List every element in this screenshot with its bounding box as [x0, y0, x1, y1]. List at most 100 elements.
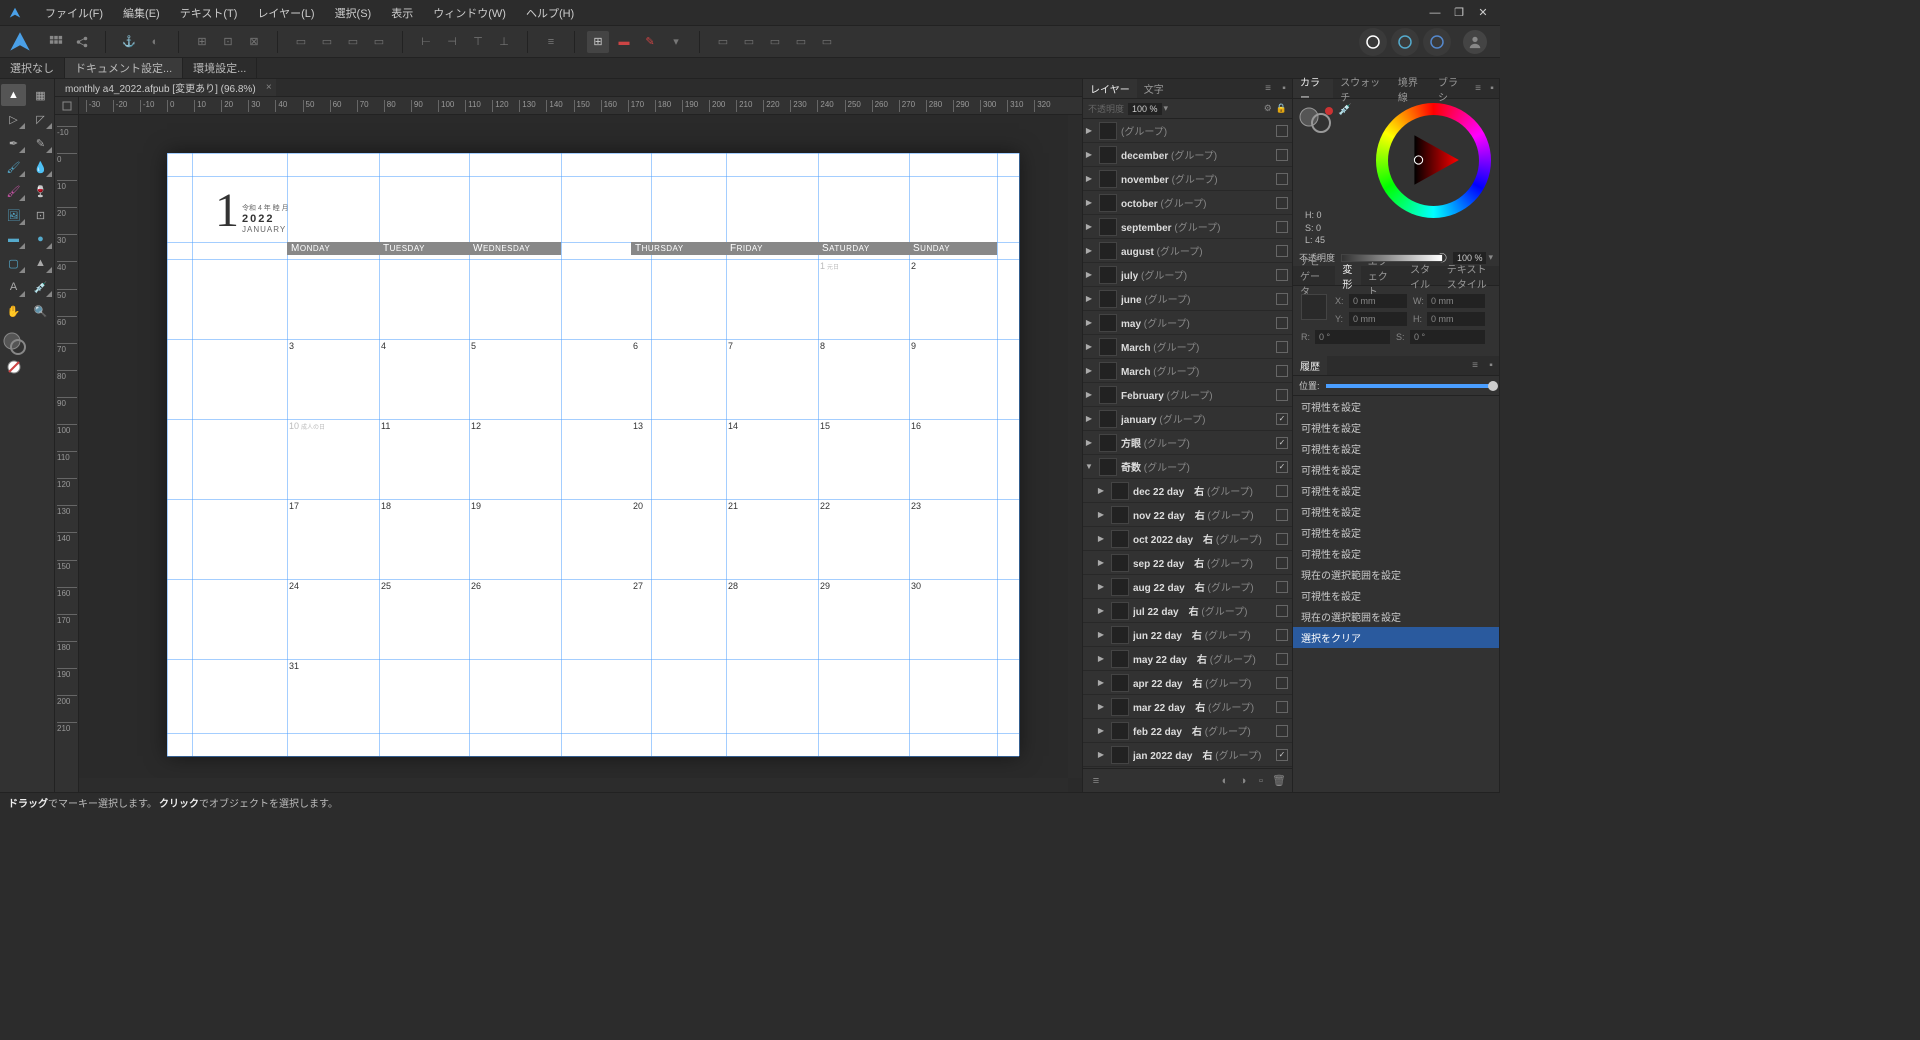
tab-text[interactable]: 文字	[1137, 79, 1171, 98]
expand-icon[interactable]: ▶	[1095, 606, 1107, 615]
history-item[interactable]: 可視性を設定	[1293, 417, 1499, 438]
tab-navigator[interactable]: ナビゲータ	[1293, 266, 1335, 285]
close-doc-icon[interactable]: ×	[266, 82, 272, 93]
visibility-checkbox[interactable]	[1276, 173, 1288, 185]
expand-icon[interactable]: ▶	[1083, 174, 1095, 183]
visibility-checkbox[interactable]	[1276, 125, 1288, 137]
ruler-horizontal[interactable]: -30-20-100102030405060708090100110120130…	[79, 97, 1082, 115]
history-item[interactable]: 可視性を設定	[1293, 480, 1499, 501]
history-item[interactable]: 選択をクリア	[1293, 627, 1499, 648]
opacity-value[interactable]: 100 %	[1128, 103, 1162, 115]
rounded-rect-tool[interactable]: ▢	[1, 252, 26, 274]
layers-menu-icon[interactable]: ≡	[1087, 772, 1105, 790]
order-inside-icon[interactable]: ▭	[816, 31, 838, 53]
brush-tool[interactable]: 🖌	[1, 156, 26, 178]
expand-icon[interactable]: ▶	[1095, 654, 1107, 663]
dropdown-icon[interactable]: ▾	[665, 31, 687, 53]
transform-r2[interactable]: 0 °	[1410, 330, 1485, 344]
history-list[interactable]: 可視性を設定可視性を設定可視性を設定可視性を設定可視性を設定可視性を設定可視性を…	[1293, 396, 1499, 792]
menu-edit[interactable]: 編集(E)	[113, 5, 170, 21]
pencil-tool[interactable]: ✎	[28, 132, 53, 154]
history-item[interactable]: 可視性を設定	[1293, 438, 1499, 459]
layers-list[interactable]: ▶ (グループ)▶december (グループ)▶november (グループ)…	[1083, 119, 1292, 768]
transform-y[interactable]: 0 mm	[1349, 312, 1407, 326]
menu-file[interactable]: ファイル(F)	[35, 5, 113, 21]
menu-help[interactable]: ヘルプ(H)	[516, 5, 584, 21]
history-item[interactable]: 現在の選択範囲を設定	[1293, 564, 1499, 585]
visibility-checkbox[interactable]: ✓	[1276, 413, 1288, 425]
visibility-checkbox[interactable]	[1276, 653, 1288, 665]
layer-fx-icon[interactable]: ⚙	[1264, 103, 1272, 114]
expand-icon[interactable]: ▶	[1095, 630, 1107, 639]
tab-textstyle[interactable]: テキストスタイル	[1440, 266, 1499, 285]
history-item[interactable]: 可視性を設定	[1293, 522, 1499, 543]
expand-icon[interactable]: ▶	[1083, 390, 1095, 399]
transform-anchor[interactable]	[1301, 294, 1327, 320]
tab-swatch[interactable]: スウォッチ	[1333, 79, 1391, 98]
visibility-checkbox[interactable]	[1276, 701, 1288, 713]
ruler-corner[interactable]	[55, 97, 79, 115]
clip-icon[interactable]: ▭	[342, 31, 364, 53]
layer-row[interactable]: ▶feb 22 day 右 (グループ)	[1083, 719, 1292, 743]
zoom-tool[interactable]: 🔍	[28, 300, 53, 322]
canvas[interactable]: 1 令和 4 年 睦 月 2022 JANUARY MONDAYTUESDAYW…	[79, 115, 1082, 792]
persona-photo[interactable]	[1423, 28, 1451, 56]
visibility-checkbox[interactable]	[1276, 221, 1288, 233]
layer-row[interactable]: ▶sep 22 day 右 (グループ)	[1083, 551, 1292, 575]
color-panel-menu-icon[interactable]: ≡	[1471, 79, 1485, 98]
expand-icon[interactable]: ▶	[1083, 270, 1095, 279]
history-item[interactable]: 可視性を設定	[1293, 501, 1499, 522]
document-tab[interactable]: monthly a4_2022.afpub [変更あり] (96.8%)×	[55, 79, 276, 96]
text-tool[interactable]: A	[1, 276, 26, 298]
expand-icon[interactable]: ▶	[1095, 702, 1107, 711]
tab-style[interactable]: スタイル	[1403, 266, 1440, 285]
visibility-checkbox[interactable]	[1276, 149, 1288, 161]
none-swatch[interactable]	[1, 356, 27, 378]
align-top-icon[interactable]: ⊥	[493, 31, 515, 53]
layer-row[interactable]: ▶jul 22 day 右 (グループ)	[1083, 599, 1292, 623]
expand-icon[interactable]: ▶	[1095, 726, 1107, 735]
layer-row[interactable]: ▶jan 2022 day 右 (グループ)✓	[1083, 743, 1292, 767]
layer-row[interactable]: ▶jun 22 day 右 (グループ)	[1083, 623, 1292, 647]
visibility-checkbox[interactable]	[1276, 341, 1288, 353]
visibility-checkbox[interactable]	[1276, 629, 1288, 641]
visibility-checkbox[interactable]	[1276, 197, 1288, 209]
baseline-icon[interactable]: ▬	[613, 31, 635, 53]
expand-icon[interactable]: ▶	[1095, 558, 1107, 567]
history-slider[interactable]	[1326, 384, 1493, 388]
minimize-button[interactable]: —	[1423, 7, 1447, 19]
tab-history[interactable]: 履歴	[1293, 356, 1327, 375]
layer-row[interactable]: ▶september (グループ)	[1083, 215, 1292, 239]
layer-lock-icon[interactable]: 🔒	[1276, 103, 1287, 114]
close-button[interactable]: ✕	[1471, 6, 1495, 19]
layer-row[interactable]: ▶March (グループ)	[1083, 335, 1292, 359]
tab-brush[interactable]: ブラシ	[1431, 79, 1471, 98]
expand-icon[interactable]: ▶	[1083, 198, 1095, 207]
hide-icon[interactable]: ▭	[316, 31, 338, 53]
visibility-checkbox[interactable]	[1276, 581, 1288, 593]
tab-transform[interactable]: 変形	[1335, 266, 1360, 285]
visibility-checkbox[interactable]	[1276, 269, 1288, 281]
expand-icon[interactable]: ▶	[1095, 678, 1107, 687]
color-wheel[interactable]	[1376, 103, 1491, 218]
transform-h[interactable]: 0 mm	[1427, 312, 1485, 326]
expand-icon[interactable]: ▼	[1083, 462, 1095, 471]
grid-toggle-icon[interactable]: ⊞	[587, 31, 609, 53]
expand-icon[interactable]: ▶	[1095, 486, 1107, 495]
layer-row[interactable]: ▶nov 22 day 右 (グループ)	[1083, 503, 1292, 527]
mask-layer-icon[interactable]: ◐	[1216, 772, 1234, 790]
account-icon[interactable]	[1463, 30, 1487, 54]
visibility-checkbox[interactable]	[1276, 365, 1288, 377]
order-backward-icon[interactable]: ▭	[764, 31, 786, 53]
wrap-icon[interactable]: ◐	[144, 31, 166, 53]
corner-tool[interactable]: ◸	[28, 108, 53, 130]
align-left-icon[interactable]: ⊢	[415, 31, 437, 53]
visibility-checkbox[interactable]	[1276, 677, 1288, 689]
ellipse-tool[interactable]: ●	[28, 228, 53, 250]
eyedropper-tool[interactable]: 💧	[28, 156, 53, 178]
layer-row[interactable]: ▶March (グループ)	[1083, 359, 1292, 383]
snap-nodes-icon[interactable]: ⊠	[243, 31, 265, 53]
fill-tool[interactable]: 🍷	[28, 180, 53, 202]
move-tool[interactable]: ▲	[1, 84, 26, 106]
scrollbar-vertical[interactable]	[1068, 115, 1082, 778]
